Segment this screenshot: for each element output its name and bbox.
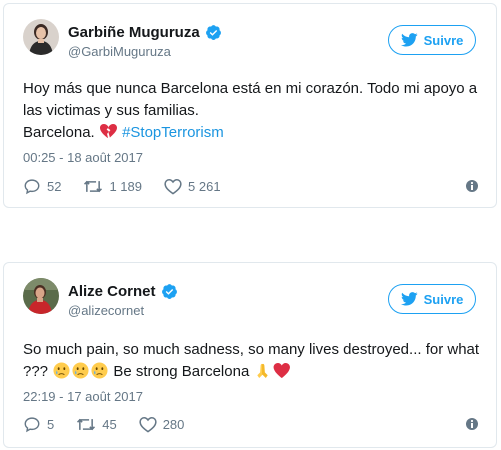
red-heart-icon xyxy=(273,362,291,379)
reply-icon xyxy=(24,178,40,194)
retweet-count: 45 xyxy=(102,416,117,432)
action-bar: 5 45 280 xyxy=(23,414,480,434)
like-button[interactable]: 5 261 xyxy=(164,178,221,195)
hashtag-link[interactable]: #StopTerrorism xyxy=(122,124,224,141)
handle[interactable]: @GarbiMuguruza xyxy=(68,44,171,59)
tweet-text-part: Be strong Barcelona xyxy=(113,363,250,380)
retweet-button[interactable]: 45 xyxy=(76,416,117,433)
tweet-card: Garbiñe Muguruza @GarbiMuguruza Suivre H… xyxy=(3,3,497,208)
twitter-bird-icon xyxy=(400,33,418,47)
handle[interactable]: @alizecornet xyxy=(68,303,144,318)
broken-heart-icon xyxy=(99,123,117,140)
tweet-card: Alize Cornet @alizecornet Suivre So much… xyxy=(3,262,497,448)
reply-button[interactable]: 52 xyxy=(23,178,61,195)
crying-face-icon xyxy=(91,362,108,379)
retweet-count: 1 189 xyxy=(109,178,143,194)
retweet-icon xyxy=(84,180,103,192)
follow-button-label: Suivre xyxy=(423,291,464,307)
tweet-text: Hoy más que nunca Barcelona está en mi c… xyxy=(23,78,480,144)
follow-button[interactable]: Suivre xyxy=(388,284,476,314)
action-bar: 52 1 189 5 261 xyxy=(23,176,480,196)
tweet-text-line: Hoy más que nunca Barcelona está en mi c… xyxy=(23,80,478,119)
retweet-button[interactable]: 1 189 xyxy=(83,178,142,195)
twitter-bird-icon xyxy=(400,292,418,306)
crying-face-icon xyxy=(53,362,70,379)
tweet-text: So much pain, so much sadness, so many l… xyxy=(23,339,480,383)
display-name[interactable]: Alize Cornet xyxy=(68,283,156,300)
avatar[interactable] xyxy=(23,19,59,55)
retweet-icon xyxy=(77,418,96,430)
info-icon[interactable] xyxy=(464,416,480,432)
like-count: 5 261 xyxy=(188,178,221,194)
like-count: 280 xyxy=(162,416,185,432)
reply-count: 52 xyxy=(47,178,62,194)
timestamp[interactable]: 00:25 - 18 août 2017 xyxy=(23,150,143,165)
heart-icon xyxy=(139,416,157,433)
like-button[interactable]: 280 xyxy=(139,416,185,433)
folded-hands-icon xyxy=(254,362,271,379)
verified-badge-icon xyxy=(161,283,178,300)
avatar[interactable] xyxy=(23,278,59,314)
timestamp[interactable]: 22:19 - 17 août 2017 xyxy=(23,389,143,404)
verified-badge-icon xyxy=(205,24,222,41)
crying-face-icon xyxy=(72,362,89,379)
heart-icon xyxy=(164,178,182,195)
info-icon[interactable] xyxy=(464,178,480,194)
reply-count: 5 xyxy=(47,416,55,432)
reply-button[interactable]: 5 xyxy=(23,416,54,433)
display-name[interactable]: Garbiñe Muguruza xyxy=(68,24,200,41)
follow-button[interactable]: Suivre xyxy=(388,25,476,55)
reply-icon xyxy=(24,416,40,432)
tweet-text-prefix: Barcelona. xyxy=(23,124,95,141)
follow-button-label: Suivre xyxy=(423,32,464,48)
